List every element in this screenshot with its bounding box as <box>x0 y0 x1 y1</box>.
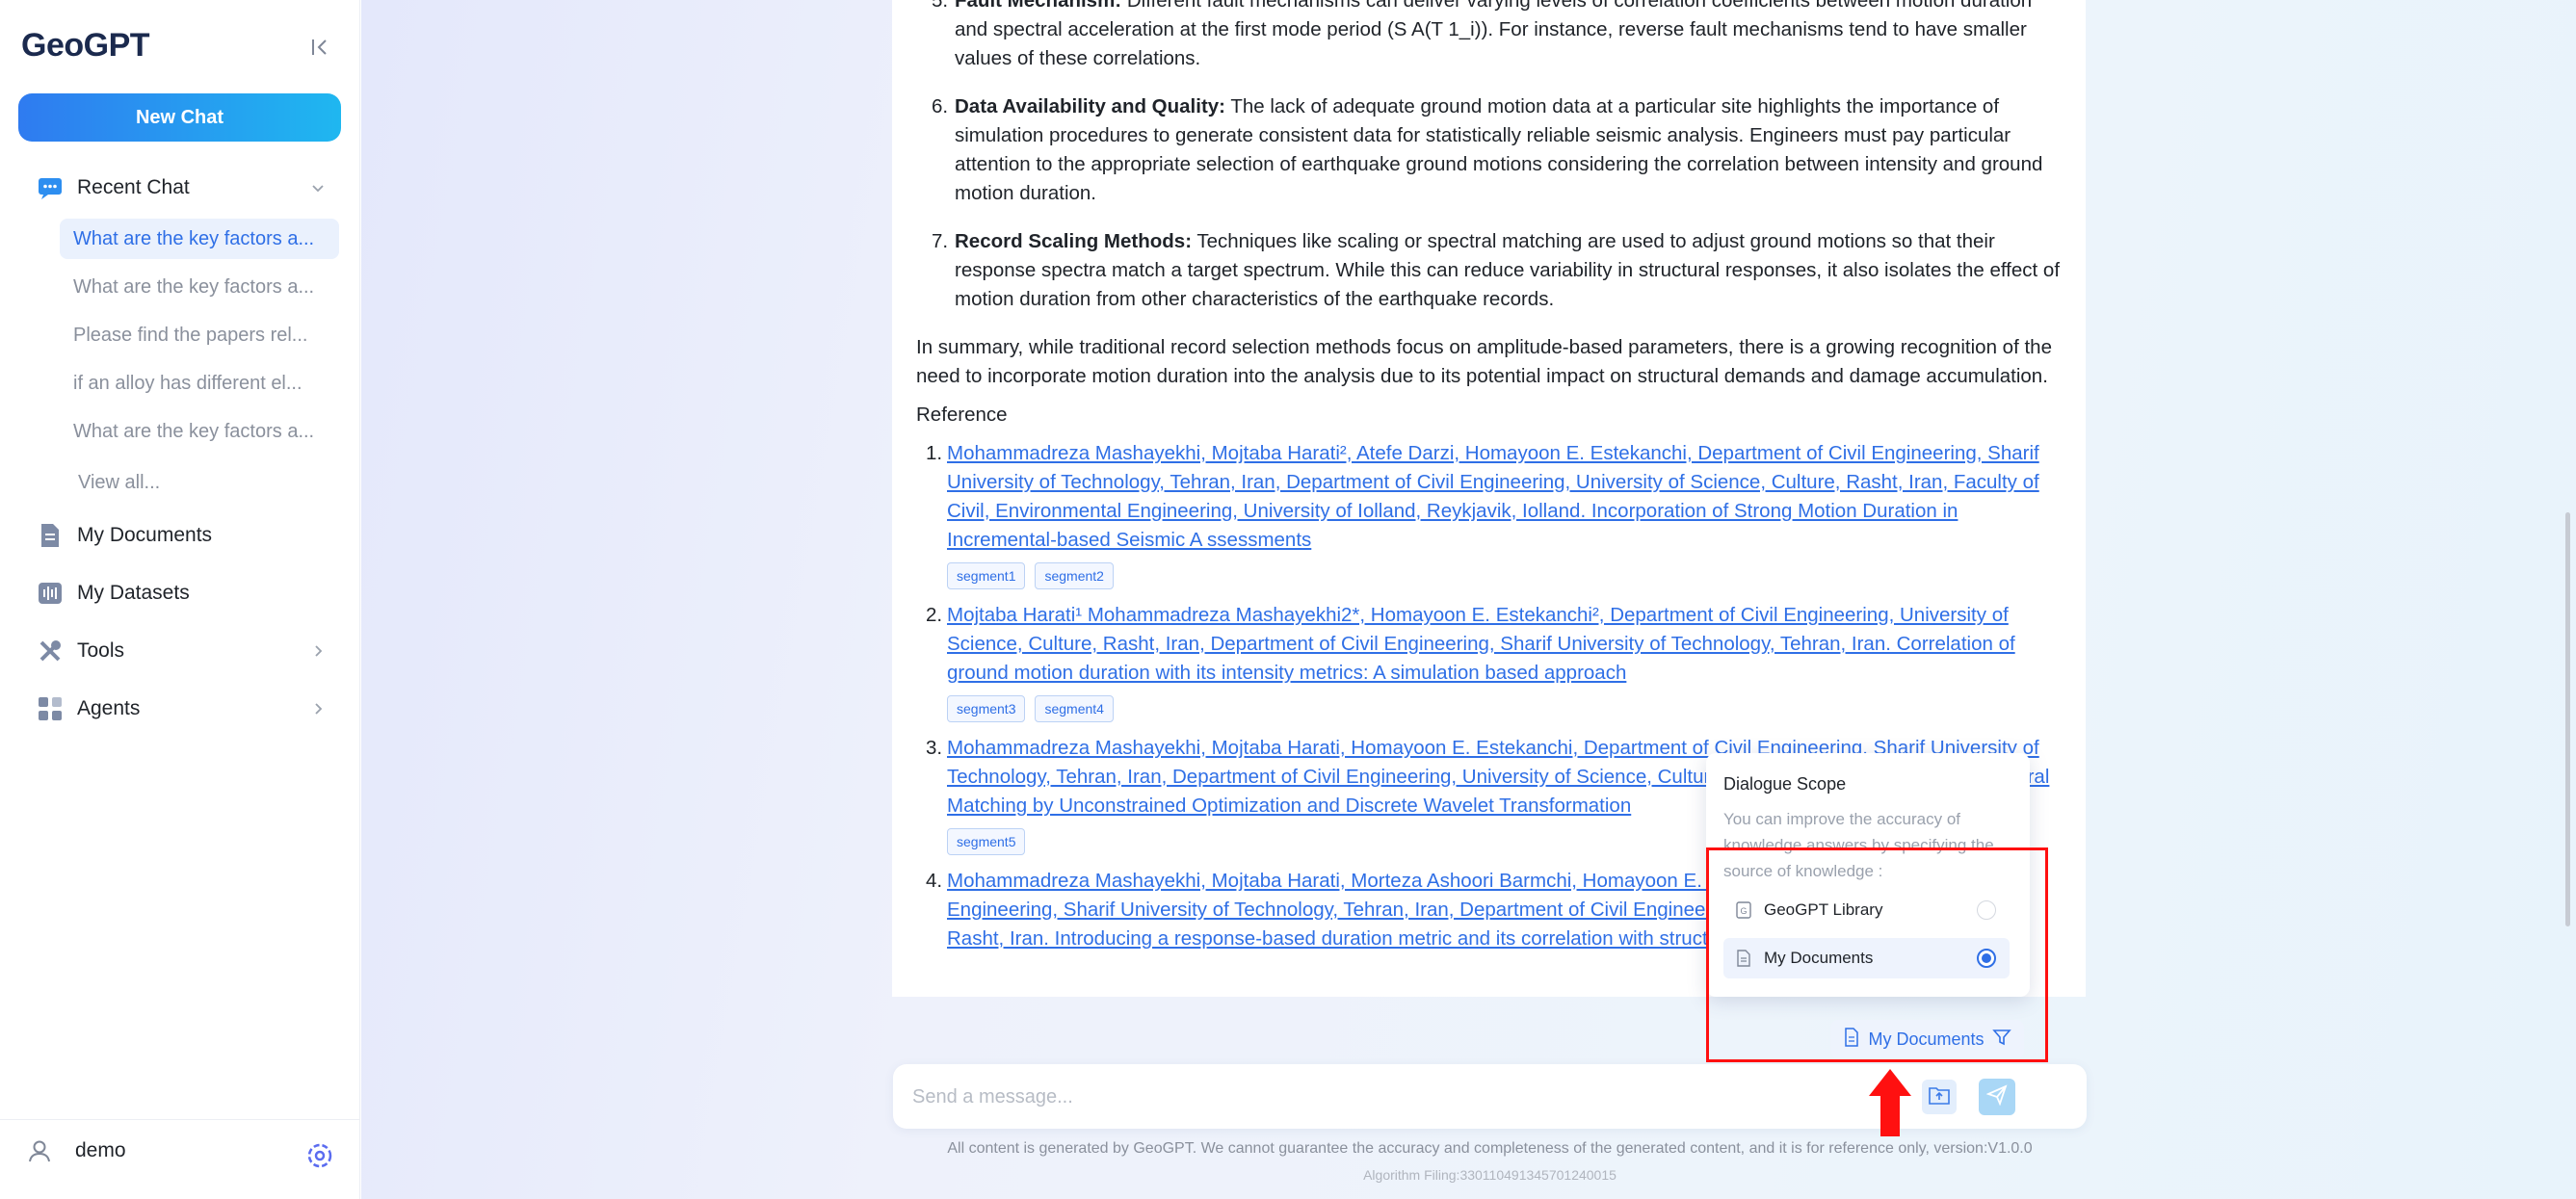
recent-chat-label: Recent Chat <box>77 176 190 198</box>
chevron-down-icon <box>310 178 326 194</box>
view-all-link[interactable]: View all... <box>78 472 160 494</box>
scope-option-label: My Documents <box>1764 949 1874 967</box>
summary-paragraph: In summary, while traditional record sel… <box>916 336 2052 387</box>
factor-list: 5. Fault Mechanism: Different fault mech… <box>916 0 2067 314</box>
scope-option-my-documents[interactable]: My Documents <box>1723 938 2010 978</box>
radio-unselected[interactable] <box>1977 900 1996 920</box>
tools-icon <box>37 638 64 665</box>
dataset-icon <box>37 580 64 607</box>
chevron-right-icon <box>310 641 326 657</box>
point-title: Fault Mechanism: <box>955 0 1122 12</box>
list-item: 5. Fault Mechanism: Different fault mech… <box>916 0 2067 73</box>
filter-icon <box>1991 1028 2011 1052</box>
point-title: Record Scaling Methods: <box>955 230 1193 252</box>
chat-history-item[interactable]: What are the key factors a... <box>60 267 339 307</box>
reference-heading: Reference <box>916 404 1008 426</box>
disclaimer-text: All content is generated by GeoGPT. We c… <box>947 1140 2033 1157</box>
reference-link[interactable]: Mojtaba Harati¹ Mohammadreza Mashayekhi2… <box>947 604 2015 684</box>
reference-number: 4. <box>926 870 943 892</box>
chevron-right-icon <box>310 699 326 715</box>
chat-history-item[interactable]: if an alloy has different el... <box>60 363 339 404</box>
sidebar-divider <box>0 1119 360 1120</box>
dialogue-scope-popup: Dialogue Scope You can improve the accur… <box>1706 753 2030 997</box>
agents-icon <box>37 695 64 722</box>
library-icon: G <box>1735 901 1752 919</box>
scope-button-label: My Documents <box>1868 1029 1985 1049</box>
dialogue-scope-button[interactable]: My Documents <box>1830 1020 2024 1058</box>
list-number: 5. <box>932 0 949 12</box>
app-logo: GeoGPT <box>21 27 150 64</box>
segment-tag[interactable]: segment5 <box>947 828 1026 855</box>
scope-title: Dialogue Scope <box>1723 774 1847 794</box>
chat-history-item[interactable]: What are the key factors a... <box>60 411 339 452</box>
svg-text:G: G <box>1740 906 1747 916</box>
radio-selected[interactable] <box>1977 949 1996 968</box>
recent-chat-toggle[interactable]: Recent Chat <box>37 169 326 207</box>
reference-number: 2. <box>926 604 943 626</box>
segment-tag[interactable]: segment2 <box>1035 562 1114 589</box>
list-number: 7. <box>932 230 949 252</box>
chat-history-item[interactable]: What are the key factors a... <box>60 219 339 259</box>
annotation-arrow-icon <box>1869 1069 1911 1136</box>
document-icon <box>1843 1027 1860 1052</box>
scope-option-label: GeoGPT Library <box>1764 900 1883 919</box>
segment-tag[interactable]: segment3 <box>947 695 1026 722</box>
reference-link[interactable]: Mohammadreza Mashayekhi, Mojtaba Harati²… <box>947 442 2039 551</box>
list-item: 6. Data Availability and Quality: The la… <box>916 92 2067 208</box>
scrollbar-thumb[interactable] <box>2565 512 2570 926</box>
send-icon <box>1985 1083 2008 1110</box>
collapse-sidebar-icon[interactable] <box>306 35 333 60</box>
settings-icon[interactable] <box>306 1142 333 1169</box>
segment-tag[interactable]: segment1 <box>947 562 1026 589</box>
username: demo <box>75 1139 126 1161</box>
scope-option-geogpt-library[interactable]: G GeoGPT Library <box>1723 890 2010 930</box>
sidebar-item-label: Agents <box>77 697 141 719</box>
main-area: 5. Fault Mechanism: Different fault mech… <box>361 0 2576 1199</box>
sidebar-item-label: My Documents <box>77 524 213 546</box>
list-item: 7. Record Scaling Methods: Techniques li… <box>916 227 2067 314</box>
sidebar-item-my-documents[interactable]: My Documents <box>37 516 326 555</box>
sidebar: GeoGPT New Chat Recent Chat What are the… <box>0 0 360 1199</box>
reference-number: 1. <box>926 442 943 464</box>
folder-upload-icon <box>1929 1085 1950 1109</box>
sidebar-item-label: Tools <box>77 639 125 662</box>
user-profile[interactable]: demo <box>27 1138 126 1163</box>
sidebar-item-tools[interactable]: Tools <box>37 632 326 670</box>
user-icon <box>27 1138 52 1163</box>
chat-bubble-icon <box>37 174 64 201</box>
chat-history-item[interactable]: Please find the papers rel... <box>60 315 339 355</box>
reference-item: 1. Mohammadreza Mashayekhi, Mojtaba Hara… <box>916 439 2067 589</box>
document-icon <box>1735 950 1752 967</box>
message-input[interactable] <box>912 1080 1837 1114</box>
send-button[interactable] <box>1979 1079 2015 1115</box>
document-icon <box>37 522 64 549</box>
new-chat-button[interactable]: New Chat <box>18 93 341 142</box>
sidebar-item-label: My Datasets <box>77 582 190 604</box>
point-title: Data Availability and Quality: <box>955 95 1225 117</box>
algorithm-filing: Algorithm Filing:330110491345701240015 <box>1363 1167 1617 1183</box>
list-number: 6. <box>932 95 949 117</box>
sidebar-item-agents[interactable]: Agents <box>37 690 326 728</box>
reference-number: 3. <box>926 737 943 759</box>
upload-folder-button[interactable] <box>1922 1080 1957 1114</box>
segment-tag[interactable]: segment4 <box>1035 695 1114 722</box>
reference-item: 2. Mojtaba Harati¹ Mohammadreza Mashayek… <box>916 601 2067 722</box>
sidebar-item-my-datasets[interactable]: My Datasets <box>37 574 326 613</box>
scope-description: You can improve the accuracy of knowledg… <box>1723 810 1994 880</box>
